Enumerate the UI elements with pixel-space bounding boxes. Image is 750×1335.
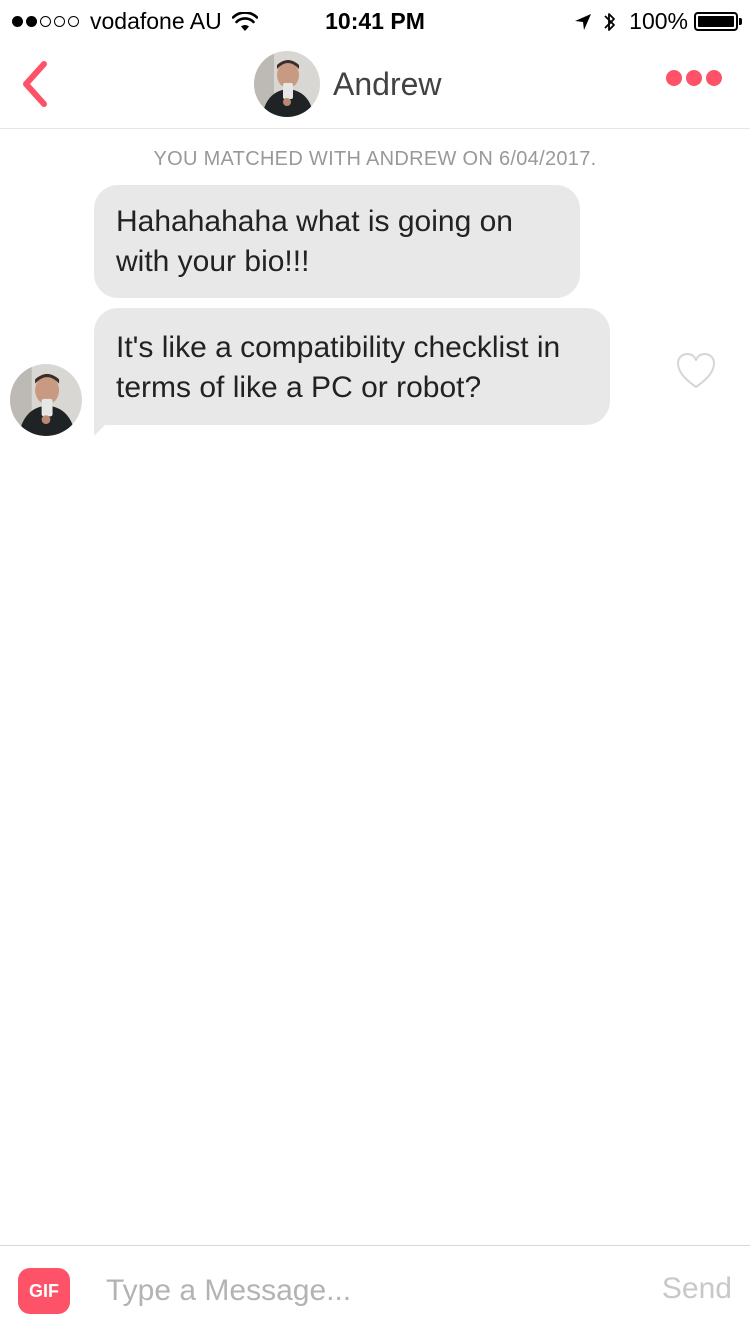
- battery-icon: [694, 12, 742, 31]
- heart-outline-icon: [677, 353, 715, 388]
- like-message-button[interactable]: [676, 352, 716, 390]
- bluetooth-icon: [604, 12, 616, 31]
- chat-header: Andrew: [0, 40, 750, 129]
- bubble-tail: [94, 424, 106, 436]
- more-options-button[interactable]: [662, 70, 722, 86]
- location-arrow-icon: [575, 13, 592, 30]
- message-bubble[interactable]: Hahahahaha what is going on with your bi…: [94, 185, 580, 298]
- message-composer: GIF Send: [0, 1245, 750, 1335]
- battery-percentage: 100%: [629, 8, 688, 34]
- chevron-left-icon: [23, 61, 47, 107]
- match-avatar[interactable]: [254, 51, 320, 117]
- sender-avatar[interactable]: [10, 364, 82, 436]
- profile-photo: [10, 364, 82, 436]
- back-button[interactable]: [16, 56, 56, 112]
- status-bar: vodafone AU 10:41 PM 100%: [0, 0, 750, 40]
- match-notice: YOU MATCHED WITH ANDREW ON 6/04/2017.: [153, 148, 597, 170]
- profile-photo: [254, 51, 320, 117]
- send-button[interactable]: Send: [662, 1272, 732, 1306]
- gif-button[interactable]: GIF: [18, 1268, 70, 1314]
- message-text: Hahahahaha what is going on with your bi…: [116, 205, 513, 278]
- more-dots-icon: [666, 70, 682, 86]
- message-text: It's like a compatibility checklist in t…: [116, 331, 561, 404]
- match-name[interactable]: Andrew: [333, 66, 442, 103]
- message-input[interactable]: [106, 1264, 626, 1318]
- status-right: 100%: [573, 8, 742, 35]
- message-bubble[interactable]: It's like a compatibility checklist in t…: [94, 308, 610, 436]
